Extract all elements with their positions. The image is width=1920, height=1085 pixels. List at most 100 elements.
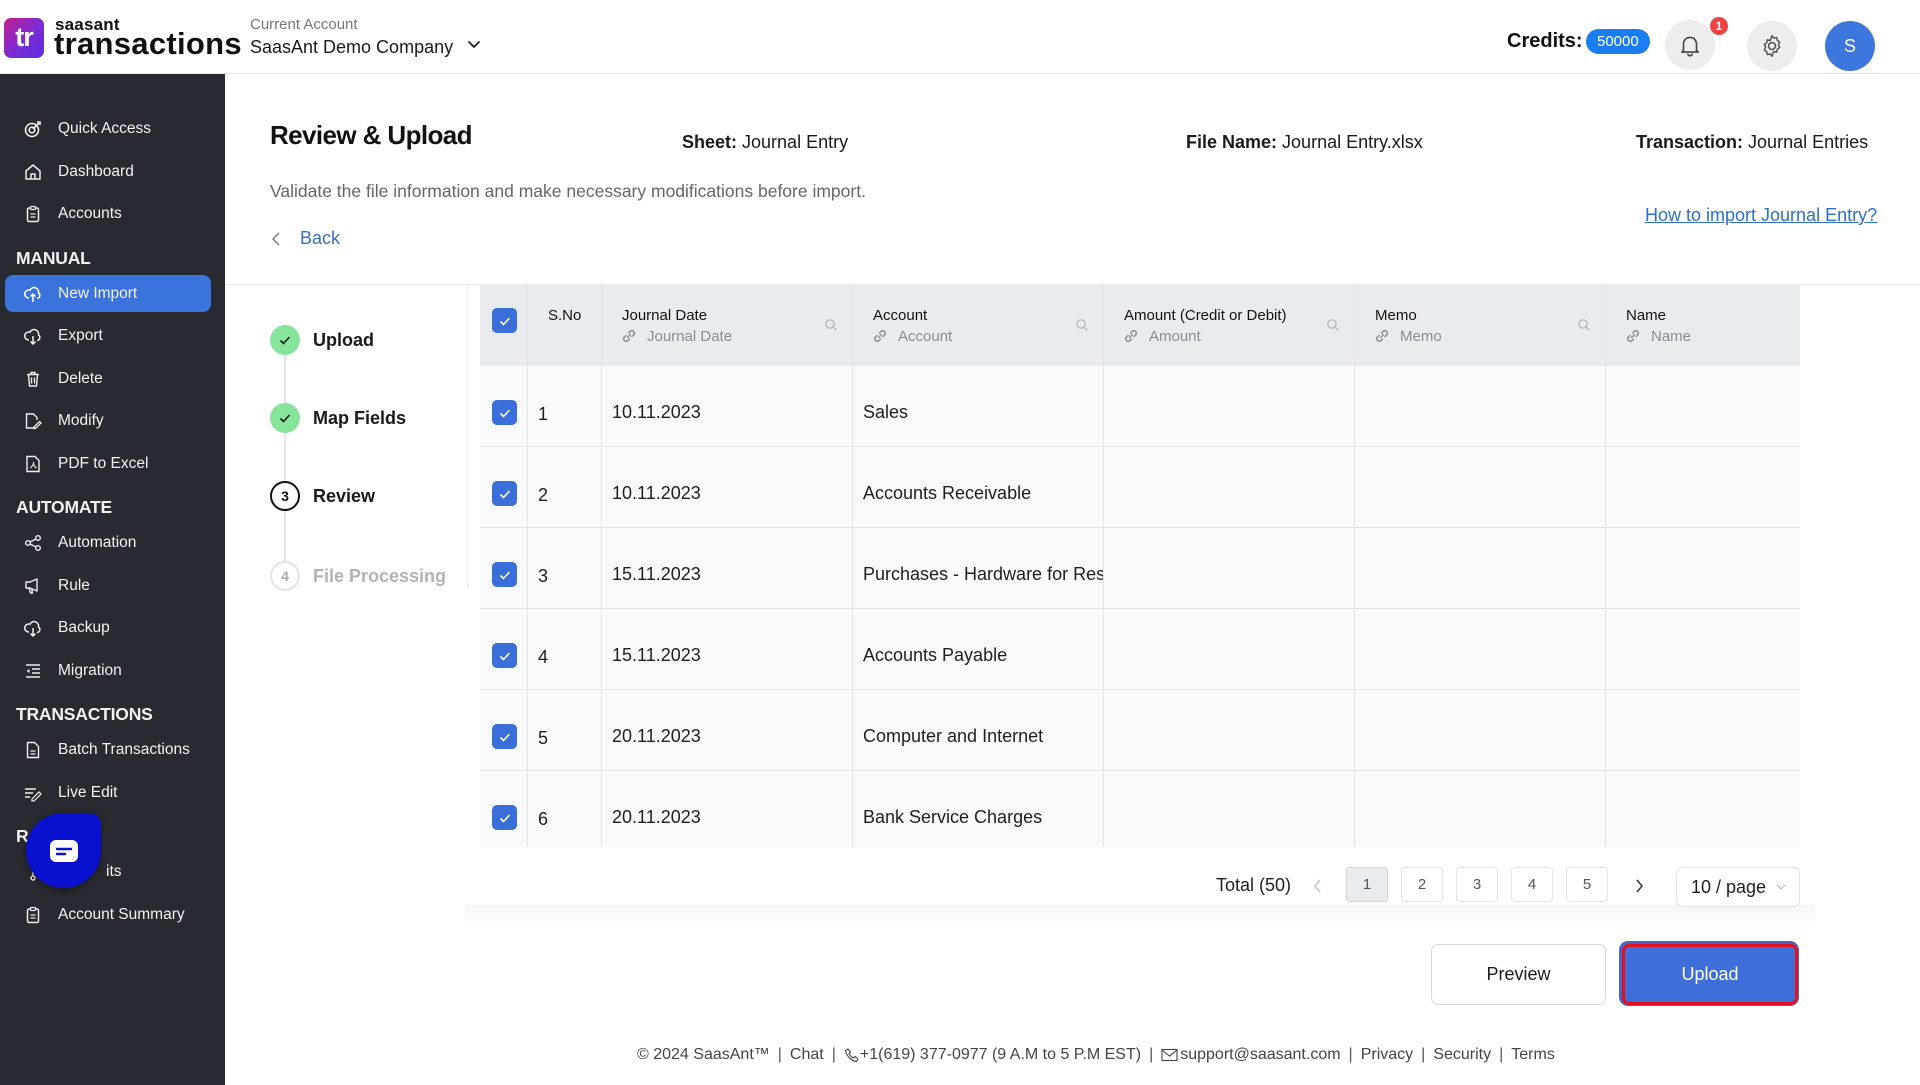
sidebar-item-delete[interactable]: Delete xyxy=(5,360,211,397)
security-link[interactable]: Security xyxy=(1433,1046,1491,1064)
page-button-5[interactable]: 5 xyxy=(1566,867,1608,902)
table-row: 2 10.11.2023 Accounts Receivable xyxy=(480,447,1800,528)
terms-link[interactable]: Terms xyxy=(1511,1046,1555,1064)
step-label: Review xyxy=(313,485,376,506)
search-icon xyxy=(825,319,837,331)
copyright: © 2024 SaasAnt™ xyxy=(637,1046,770,1063)
email-contact[interactable]: support@saasant.com xyxy=(1161,1046,1341,1064)
search-icon xyxy=(1327,319,1339,331)
sidebar-item-dashboard[interactable]: Dashboard xyxy=(5,153,211,190)
step-label: File Processing xyxy=(313,565,447,586)
chat-link[interactable]: Chat xyxy=(790,1046,824,1064)
privacy-link[interactable]: Privacy xyxy=(1361,1046,1413,1064)
sidebar-item-backup[interactable]: Backup xyxy=(5,609,211,646)
sidebar-item-quick-access[interactable]: Quick Access xyxy=(5,110,211,147)
bell-icon xyxy=(1681,36,1699,57)
step-label: Map Fields xyxy=(313,407,407,428)
chat-widget-button[interactable] xyxy=(26,813,101,888)
sidebar-item-modify[interactable]: Modify xyxy=(5,402,211,439)
preview-button[interactable]: Preview xyxy=(1431,944,1606,1005)
cell-account[interactable]: Bank Service Charges xyxy=(863,807,1103,828)
home-icon xyxy=(24,163,42,181)
account-switcher[interactable]: SaasAnt Demo Company xyxy=(250,37,453,58)
settings-button[interactable] xyxy=(1747,21,1797,71)
sidebar-item-migration[interactable]: Migration xyxy=(5,652,211,689)
page-size-select[interactable]: 10 / page xyxy=(1676,867,1800,907)
check-icon xyxy=(499,651,510,661)
cell-date[interactable]: 10.11.2023 xyxy=(612,483,852,504)
row-checkbox[interactable] xyxy=(492,724,517,749)
sidebar-item-label: its xyxy=(106,862,122,880)
link-icon xyxy=(1626,329,1640,343)
link-icon xyxy=(1375,329,1389,343)
sidebar-item-pdf-to-excel[interactable]: PDF to Excel xyxy=(5,445,211,482)
step-file-processing: 4 File Processing xyxy=(270,561,446,591)
column-header-amount: Amount (Credit or Debit) xyxy=(1124,307,1287,324)
separator: | xyxy=(1421,1046,1426,1063)
cell-account[interactable]: Computer and Internet xyxy=(863,726,1103,747)
user-avatar[interactable]: S xyxy=(1825,21,1875,71)
sidebar-item-automation[interactable]: Automation xyxy=(5,524,211,561)
chevron-down-icon[interactable] xyxy=(466,36,482,52)
table-row: 6 20.11.2023 Bank Service Charges xyxy=(480,771,1800,847)
sidebar-item-accounts[interactable]: Accounts xyxy=(5,195,211,232)
row-checkbox[interactable] xyxy=(492,562,517,587)
back-button[interactable]: Back xyxy=(270,228,340,249)
page-button-4[interactable]: 4 xyxy=(1511,867,1553,902)
cell-account[interactable]: Sales xyxy=(863,402,1103,423)
prev-page-button[interactable] xyxy=(1310,876,1326,896)
sidebar-section-transactions: TRANSACTIONS xyxy=(16,704,153,724)
page-button-1[interactable]: 1 xyxy=(1346,867,1388,902)
sidebar-item-new-import[interactable]: New Import xyxy=(5,275,211,312)
mapped-field: Account xyxy=(871,327,952,345)
sidebar-item-account-summary[interactable]: Account Summary xyxy=(5,896,211,933)
step-number: 4 xyxy=(270,561,300,591)
mapped-field-label: Amount xyxy=(1149,327,1201,345)
cell-account[interactable]: Accounts Payable xyxy=(863,645,1103,666)
next-page-button[interactable] xyxy=(1631,876,1647,896)
file-name-label: File Name: xyxy=(1186,132,1278,152)
sidebar-item-batch-transactions[interactable]: Batch Transactions xyxy=(5,731,211,768)
edit-lines-icon xyxy=(24,784,42,802)
row-checkbox[interactable] xyxy=(492,481,517,506)
support-email: support@saasant.com xyxy=(1180,1046,1341,1063)
sheet-label: Sheet: xyxy=(682,132,738,152)
help-link[interactable]: How to import Journal Entry? xyxy=(1645,205,1877,226)
column-search-button[interactable] xyxy=(1577,318,1591,332)
sidebar-item-rule[interactable]: Rule xyxy=(5,567,211,604)
row-checkbox[interactable] xyxy=(492,400,517,425)
sidebar-item-label: Automation xyxy=(58,533,137,551)
cell-account[interactable]: Accounts Receivable xyxy=(863,483,1103,504)
cell-date[interactable]: 15.11.2023 xyxy=(612,564,852,585)
column-search-button[interactable] xyxy=(824,318,838,332)
notifications-button[interactable] xyxy=(1665,20,1715,70)
cell-date[interactable]: 15.11.2023 xyxy=(612,645,852,666)
cell-date[interactable]: 20.11.2023 xyxy=(612,807,852,828)
row-checkbox[interactable] xyxy=(492,805,517,830)
page-button-2[interactable]: 2 xyxy=(1401,867,1443,902)
cell-date[interactable]: 20.11.2023 xyxy=(612,726,852,747)
sidebar-item-live-edit[interactable]: Live Edit xyxy=(5,774,211,811)
sidebar-item-label: Backup xyxy=(58,618,110,636)
column-search-button[interactable] xyxy=(1075,318,1089,332)
clipboard-icon xyxy=(24,906,42,924)
select-all-checkbox[interactable] xyxy=(492,308,517,333)
transaction-info: Transaction: Journal Entries xyxy=(1636,132,1868,153)
chat-icon xyxy=(49,839,78,862)
divider xyxy=(467,285,468,590)
check-icon xyxy=(499,408,510,418)
column-header-memo: Memo xyxy=(1375,307,1417,324)
column-search-button[interactable] xyxy=(1326,318,1340,332)
cloud-upload-icon xyxy=(24,285,42,303)
check-icon xyxy=(499,732,510,742)
phone-contact[interactable]: +1(619) 377-0977 (9 A.M to 5 P.M EST) xyxy=(844,1046,1141,1064)
upload-button[interactable]: Upload xyxy=(1622,944,1798,1005)
sidebar-item-label: Modify xyxy=(58,411,104,429)
mapped-field-label: Name xyxy=(1651,327,1692,345)
page-button-3[interactable]: 3 xyxy=(1456,867,1498,902)
page-subtitle: Validate the file information and make n… xyxy=(270,181,866,201)
cell-date[interactable]: 10.11.2023 xyxy=(612,402,852,423)
cell-account[interactable]: Purchases - Hardware for Resale xyxy=(863,564,1103,585)
sidebar-item-export[interactable]: Export xyxy=(5,317,211,354)
row-checkbox[interactable] xyxy=(492,643,517,668)
